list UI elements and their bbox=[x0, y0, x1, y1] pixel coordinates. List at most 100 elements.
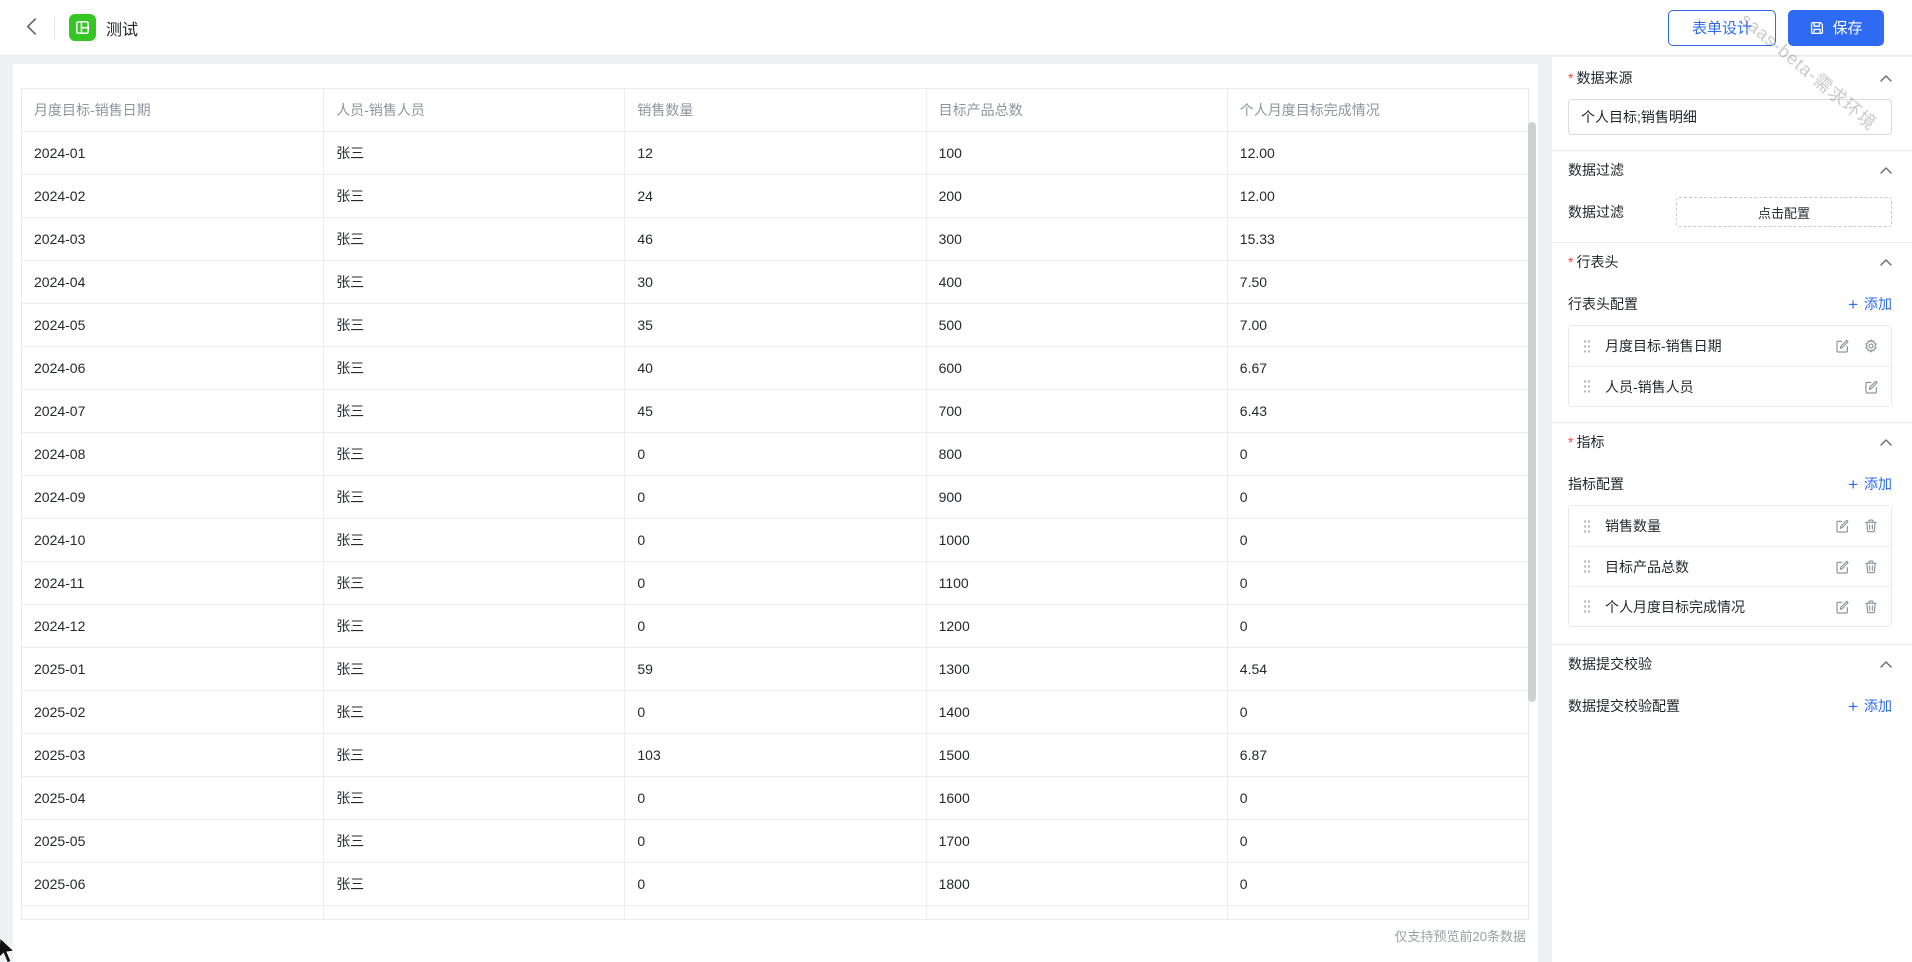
drag-handle-icon[interactable] bbox=[1583, 339, 1591, 354]
form-design-button[interactable]: 表单设计 bbox=[1668, 9, 1776, 46]
data-filter-row: 数据过滤 点击配置 bbox=[1568, 197, 1892, 227]
metrics-config-label: 指标配置 bbox=[1568, 476, 1624, 492]
table-cell: 0 bbox=[624, 820, 925, 862]
panel-divider bbox=[1552, 150, 1912, 151]
page-title: 测试 bbox=[106, 21, 139, 39]
trash-icon[interactable] bbox=[1863, 518, 1879, 534]
section-metrics-header: * 指标 bbox=[1568, 431, 1892, 453]
collapse-row-header[interactable] bbox=[1880, 258, 1892, 266]
table-cell: 2024-09 bbox=[34, 489, 86, 505]
item-actions bbox=[1834, 559, 1879, 575]
edit-icon[interactable] bbox=[1834, 559, 1850, 575]
collapse-data-filter[interactable] bbox=[1880, 166, 1892, 174]
table-cell: 2024-12 bbox=[34, 618, 86, 634]
table-cell: 0 bbox=[624, 777, 925, 819]
table-cell: 张三 bbox=[323, 734, 624, 776]
table-cell: 103 bbox=[624, 734, 925, 776]
section-validation-header: 数据提交校验 bbox=[1568, 653, 1892, 675]
trash-icon[interactable] bbox=[1863, 599, 1879, 615]
column-header: 目标产品总数 bbox=[925, 89, 1227, 131]
section-title: 数据来源 bbox=[1576, 70, 1633, 86]
item-actions bbox=[1834, 338, 1879, 354]
table-row: 2024-06 张三 40 600 6.67 bbox=[22, 346, 1528, 389]
table-cell: 张三 bbox=[323, 648, 624, 690]
add-row-header-button[interactable]: + 添加 bbox=[1848, 294, 1892, 314]
add-metric-button[interactable]: + 添加 bbox=[1848, 474, 1892, 494]
table-cell: 0 bbox=[1226, 605, 1528, 647]
vertical-scrollbar-thumb[interactable] bbox=[1528, 122, 1536, 702]
table-cell: 0 bbox=[624, 863, 925, 905]
table-cell: 张三 bbox=[323, 777, 624, 819]
gear-icon[interactable] bbox=[1863, 338, 1879, 354]
edit-icon[interactable] bbox=[1863, 379, 1879, 395]
collapse-metrics[interactable] bbox=[1880, 438, 1892, 446]
section-data-source-header: * 数据来源 bbox=[1568, 67, 1892, 89]
configure-filter-button[interactable]: 点击配置 bbox=[1676, 197, 1892, 227]
trash-icon[interactable] bbox=[1863, 559, 1879, 575]
table-cell: 1400 bbox=[925, 691, 1227, 733]
edit-icon[interactable] bbox=[1834, 599, 1850, 615]
table-row: 2024-03 张三 46 300 15.33 bbox=[22, 217, 1528, 260]
table-cell: 2025-05 bbox=[34, 833, 86, 849]
table-row: 2025-05 张三 0 1700 0 bbox=[22, 819, 1528, 862]
edit-icon[interactable] bbox=[1834, 518, 1850, 534]
edit-icon[interactable] bbox=[1834, 338, 1850, 354]
drag-handle-icon[interactable] bbox=[1583, 559, 1591, 574]
metric-item: 目标产品总数 bbox=[1569, 546, 1891, 586]
data-source-input[interactable]: 个人目标;销售明细 bbox=[1568, 99, 1892, 135]
table-row: 2024-04 张三 30 400 7.50 bbox=[22, 260, 1528, 303]
row-header-item-label: 月度目标-销售日期 bbox=[1605, 338, 1722, 354]
table-cell: 张三 bbox=[323, 261, 624, 303]
row-header-config-label: 行表头配置 bbox=[1568, 296, 1638, 312]
metric-item: 个人月度目标完成情况 bbox=[1569, 586, 1891, 626]
collapse-data-source[interactable] bbox=[1880, 74, 1892, 82]
table-cell: 6.87 bbox=[1226, 734, 1528, 776]
table-cell: 46 bbox=[624, 218, 925, 260]
item-actions bbox=[1834, 518, 1879, 534]
table-cell: 1800 bbox=[925, 863, 1227, 905]
table-cell: 300 bbox=[925, 218, 1227, 260]
metric-item-label: 目标产品总数 bbox=[1605, 558, 1689, 575]
table-cell: 0 bbox=[1226, 691, 1528, 733]
table-row: 2025-06 张三 0 1800 0 bbox=[22, 862, 1528, 905]
table-cell: 0 bbox=[1226, 820, 1528, 862]
table-cell: 6.67 bbox=[1226, 347, 1528, 389]
plus-icon: + bbox=[1848, 696, 1858, 716]
plus-icon: + bbox=[1848, 474, 1858, 494]
table-body: 2024-01 张三 12 100 12.00 2024-02 张三 24 200 12.00 20… bbox=[22, 131, 1528, 905]
table-row: 2024-12 张三 0 1200 0 bbox=[22, 604, 1528, 647]
table-cell: 700 bbox=[925, 390, 1227, 432]
table-cell: 12.00 bbox=[1226, 175, 1528, 217]
save-button[interactable]: 保存 bbox=[1788, 9, 1884, 46]
back-button[interactable] bbox=[14, 11, 48, 45]
config-panel: * 数据来源 个人目标;销售明细 数据过滤 数据过滤 点击配置 * 行表头 行表… bbox=[1552, 57, 1912, 962]
chevron-left-icon bbox=[26, 17, 37, 38]
add-validation-button[interactable]: + 添加 bbox=[1848, 696, 1892, 716]
table-cell: 1000 bbox=[925, 519, 1227, 561]
table-cell: 张三 bbox=[323, 304, 624, 346]
drag-handle-icon[interactable] bbox=[1583, 599, 1591, 614]
required-asterisk: * bbox=[1568, 434, 1574, 450]
column-header: 人员-销售人员 bbox=[323, 89, 624, 131]
save-icon bbox=[1809, 20, 1825, 36]
table-cell: 0 bbox=[1226, 777, 1528, 819]
collapse-validation[interactable] bbox=[1880, 660, 1892, 668]
table-cell: 0 bbox=[1226, 562, 1528, 604]
drag-handle-icon[interactable] bbox=[1583, 379, 1591, 394]
data-filter-label: 数据过滤 bbox=[1568, 204, 1624, 220]
panel-divider bbox=[1552, 644, 1912, 645]
metrics-config-row: 指标配置 + 添加 bbox=[1568, 473, 1892, 495]
table-cell: 2024-08 bbox=[34, 446, 86, 462]
table-cell: 200 bbox=[925, 175, 1227, 217]
row-header-list: 月度目标-销售日期 人员-销售人员 bbox=[1568, 325, 1892, 407]
table-row: 2024-07 张三 45 700 6.43 bbox=[22, 389, 1528, 432]
table-cell: 12.00 bbox=[1226, 132, 1528, 174]
table-cell: 35 bbox=[624, 304, 925, 346]
drag-handle-icon[interactable] bbox=[1583, 519, 1591, 534]
table-cell: 900 bbox=[925, 476, 1227, 518]
table-cell: 0 bbox=[1226, 863, 1528, 905]
table-partial-row bbox=[22, 905, 1528, 919]
item-actions bbox=[1834, 599, 1879, 615]
table-row: 2024-09 张三 0 900 0 bbox=[22, 475, 1528, 518]
table-cell: 0 bbox=[624, 691, 925, 733]
